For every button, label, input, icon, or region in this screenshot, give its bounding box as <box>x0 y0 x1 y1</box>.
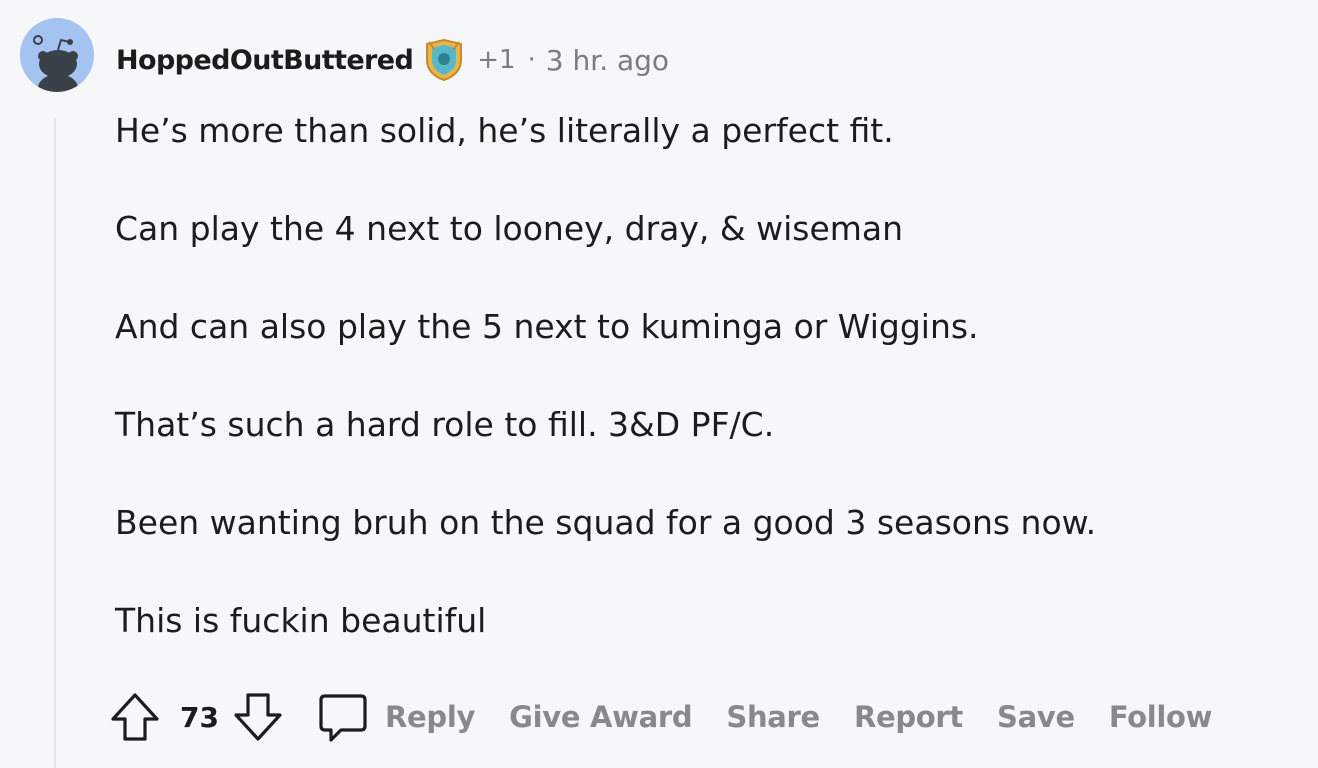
upvote-arrow-icon[interactable] <box>108 689 162 745</box>
report-button[interactable]: Report <box>854 700 963 734</box>
comment-paragraph: This is fuckin beautiful <box>115 601 487 640</box>
save-button[interactable]: Save <box>997 700 1075 734</box>
comment-paragraph: That’s such a hard role to fill. 3&D PF/… <box>115 405 775 444</box>
meta-separator: · <box>527 45 536 75</box>
comment-meta: HoppedOutButtered +1 · 3 hr. ago <box>116 38 669 82</box>
downvote-arrow-icon[interactable] <box>231 689 285 745</box>
follow-button[interactable]: Follow <box>1109 700 1213 734</box>
username-link[interactable]: HoppedOutButtered <box>116 45 414 76</box>
snoo-avatar-icon <box>20 18 94 92</box>
award-count: +1 <box>477 45 516 75</box>
comment-card: HoppedOutButtered +1 · 3 hr. ago He’s mo… <box>0 0 1318 768</box>
comment-body: He’s more than solid, he’s literally a p… <box>115 110 1295 698</box>
comment-timestamp[interactable]: 3 hr. ago <box>546 44 669 77</box>
comment-bubble-icon <box>315 688 371 746</box>
share-button[interactable]: Share <box>726 700 820 734</box>
comment-actions: 73 Reply Give Award Share Report Save Fo… <box>108 688 1212 746</box>
thread-line[interactable] <box>54 118 56 768</box>
reply-label: Reply <box>384 700 476 734</box>
comment-paragraph: Can play the 4 next to looney, dray, & w… <box>115 209 904 248</box>
reply-button[interactable]: Reply <box>315 688 475 746</box>
comment-paragraph: He’s more than solid, he’s literally a p… <box>115 111 894 150</box>
comment-paragraph: And can also play the 5 next to kuminga … <box>115 307 979 346</box>
give-award-button[interactable]: Give Award <box>509 700 693 734</box>
vote-score: 73 <box>180 700 219 734</box>
award-shield-icon[interactable] <box>423 38 465 82</box>
comment-paragraph: Been wanting bruh on the squad for a goo… <box>115 503 1097 542</box>
avatar-icon[interactable] <box>20 18 94 92</box>
